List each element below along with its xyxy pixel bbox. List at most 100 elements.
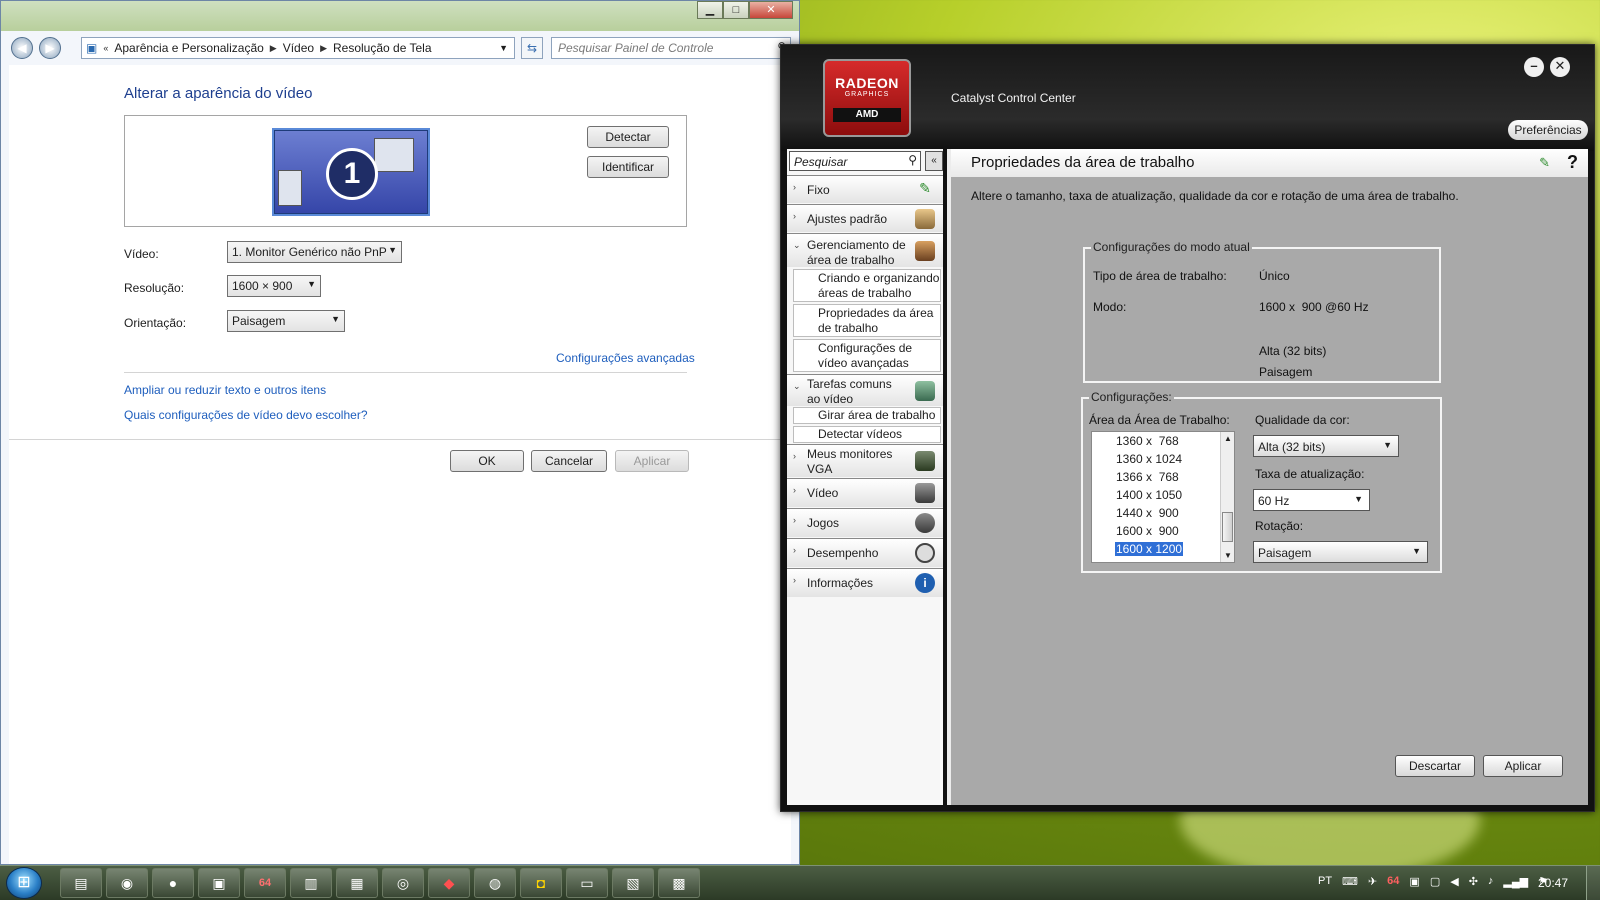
which-settings-link[interactable]: Quais configurações de vídeo devo escolh… (124, 408, 368, 422)
orientation-label: Orientação: (124, 316, 187, 330)
cp-content: Alterar a aparência do vídeo 1 Detectar … (9, 65, 793, 864)
resolution-list[interactable]: 1360 x 768 1360 x 1024 1366 x 768 1400 x… (1091, 431, 1235, 563)
discard-button[interactable]: Descartar (1395, 755, 1475, 777)
apply-button[interactable]: Aplicar (1483, 755, 1563, 777)
remote-desktop-icon[interactable]: ▭ (566, 868, 608, 898)
sidebar-subitem-detectar[interactable]: Detectar vídeos (793, 426, 941, 443)
list-item[interactable]: 1366 x 768 (1116, 470, 1179, 484)
tray-64-icon[interactable]: 64 (1387, 875, 1399, 888)
scrollbar[interactable]: ▲ ▼ (1220, 432, 1234, 562)
keyboard-icon[interactable]: ⌨ (1342, 875, 1358, 888)
help-icon[interactable]: ? (1567, 152, 1578, 173)
sidebar-item-informacoes[interactable]: › Informações i (787, 568, 943, 597)
video-select[interactable]: 1. Monitor Genérico não PnP ▼ (227, 241, 402, 263)
file-explorer-icon[interactable]: ▤ (60, 868, 102, 898)
list-item[interactable]: 1360 x 768 (1116, 434, 1179, 448)
close-button[interactable]: ✕ (1550, 57, 1570, 77)
app-yellow-icon[interactable]: ◘ (520, 868, 562, 898)
desktop-management-icon (915, 241, 935, 261)
list-item-selected[interactable]: 1600 x 1200 (1113, 541, 1185, 557)
tray-app-icon[interactable]: ▣ (1409, 875, 1419, 888)
apply-button[interactable]: Aplicar (615, 450, 689, 472)
sidebar-item-gerenciamento[interactable]: ⌄ Gerenciamento de área de trabalho (787, 233, 943, 267)
airplane-icon[interactable]: ✈ (1368, 875, 1377, 888)
sidebar-item-fixo[interactable]: › Fixo ✎ (787, 175, 943, 203)
gauge-icon (915, 543, 935, 563)
refresh-button[interactable]: ⇆ (521, 37, 543, 59)
detect-button[interactable]: Detectar (587, 126, 669, 148)
minimize-button[interactable]: ▁ (697, 1, 723, 19)
gpu-tool-icon[interactable]: ▦ (336, 868, 378, 898)
divider (124, 372, 687, 373)
media-player-icon[interactable]: ◎ (382, 868, 424, 898)
sidebar-subitem-configuracoes[interactable]: Configurações de vídeo avançadas (793, 339, 941, 372)
app-icon[interactable]: ▣ (198, 868, 240, 898)
resolution-select-value: 1600 × 900 (232, 279, 293, 293)
chrome-icon[interactable]: ◉ (106, 868, 148, 898)
pin-icon[interactable]: ✎ (1539, 155, 1550, 171)
breadcrumb-item[interactable]: Aparência e Personalização (114, 41, 263, 55)
breadcrumb-item[interactable]: Vídeo (283, 41, 314, 55)
scrollbar-thumb[interactable] (1222, 512, 1233, 542)
ccc-header[interactable]: RADEON GRAPHICS AMD Catalyst Control Cen… (781, 45, 1594, 151)
orientation-select[interactable]: Paisagem ▼ (227, 310, 345, 332)
app-64-icon[interactable]: 64 (244, 868, 286, 898)
forward-button[interactable]: ▶ (39, 37, 61, 59)
sidebar-item-jogos[interactable]: › Jogos (787, 508, 943, 537)
chevron-down-icon[interactable]: ▼ (499, 43, 508, 53)
signal-icon[interactable]: ▂▄▆ (1503, 875, 1528, 888)
search-icon[interactable]: ⚲ (908, 153, 917, 167)
rotation-select[interactable]: Paisagem ▼ (1253, 541, 1428, 563)
show-desktop-button[interactable] (1586, 866, 1600, 900)
start-button[interactable]: ⊞ (6, 867, 42, 899)
sidebar-item-monitores[interactable]: › Meus monitores VGA (787, 444, 943, 477)
sidebar-item-tarefas[interactable]: ⌄ Tarefas comuns ao vídeo (787, 374, 943, 406)
color-quality-select[interactable]: Alta (32 bits) ▼ (1253, 435, 1399, 457)
refresh-rate-select[interactable]: 60 Hz ▼ (1253, 489, 1370, 511)
chevron-down-icon: ▼ (1354, 494, 1363, 504)
collapse-sidebar-button[interactable]: « (925, 151, 943, 171)
advanced-settings-link[interactable]: Configurações avançadas (556, 351, 695, 365)
sidebar-item-desempenho[interactable]: › Desempenho (787, 538, 943, 567)
sidebar-item-video[interactable]: › Vídeo (787, 478, 943, 507)
catalyst-icon[interactable]: ◆ (428, 868, 470, 898)
scroll-down-icon[interactable]: ▼ (1224, 551, 1232, 560)
preferences-button[interactable]: Preferências (1508, 120, 1588, 140)
scroll-up-icon[interactable]: ▲ (1224, 434, 1232, 443)
list-item[interactable]: 1440 x 900 (1116, 506, 1179, 520)
network-share-icon[interactable]: ✣ (1469, 875, 1478, 888)
address-bar[interactable]: ▣ « Aparência e Personalização ▶ Vídeo ▶… (81, 37, 515, 59)
close-button[interactable]: ✕ (749, 1, 793, 19)
maximize-button[interactable]: □ (723, 1, 749, 19)
steam-icon[interactable]: ◍ (474, 868, 516, 898)
flag-icon[interactable]: ◀ (1450, 875, 1458, 888)
firefox-icon[interactable]: ● (152, 868, 194, 898)
monitor-1-tile[interactable]: 1 (272, 128, 430, 216)
tray-app-icon[interactable]: ▢ (1430, 875, 1440, 888)
volume-icon[interactable]: ♪ (1488, 875, 1494, 888)
resolution-select[interactable]: 1600 × 900 ▼ (227, 275, 321, 297)
sidebar-subitem-criando[interactable]: Criando e organizando áreas de trabalho (793, 269, 941, 302)
clock[interactable]: 20:47 (1538, 876, 1568, 890)
identify-button[interactable]: Identificar (587, 156, 669, 178)
minimize-button[interactable]: – (1524, 57, 1544, 77)
sidebar-subitem-propriedades[interactable]: Propriedades da área de trabalho (793, 304, 941, 337)
cp-titlebar[interactable]: ▁ □ ✕ (1, 1, 799, 31)
list-item[interactable]: 1600 x 900 (1116, 524, 1179, 538)
notepad-icon[interactable]: ▥ (290, 868, 332, 898)
display-settings-icon[interactable]: ▩ (658, 868, 700, 898)
rotation-value: Paisagem (1258, 546, 1312, 560)
search-input[interactable]: Pesquisar ⚲ (789, 151, 921, 171)
language-indicator[interactable]: PT (1318, 875, 1332, 888)
text-size-link[interactable]: Ampliar ou reduzir texto e outros itens (124, 383, 326, 397)
sidebar-subitem-girar[interactable]: Girar área de trabalho (793, 407, 941, 424)
back-button[interactable]: ◀ (11, 37, 33, 59)
list-item[interactable]: 1400 x 1050 (1116, 488, 1182, 502)
search-input[interactable]: Pesquisar Painel de Controle ⚲ (551, 37, 791, 59)
ok-button[interactable]: OK (450, 450, 524, 472)
list-item[interactable]: 1360 x 1024 (1116, 452, 1182, 466)
cancel-button[interactable]: Cancelar (531, 450, 607, 472)
sidebar-item-ajustes[interactable]: › Ajustes padrão (787, 204, 943, 232)
breadcrumb-item[interactable]: Resolução de Tela (333, 41, 432, 55)
control-panel-icon[interactable]: ▧ (612, 868, 654, 898)
